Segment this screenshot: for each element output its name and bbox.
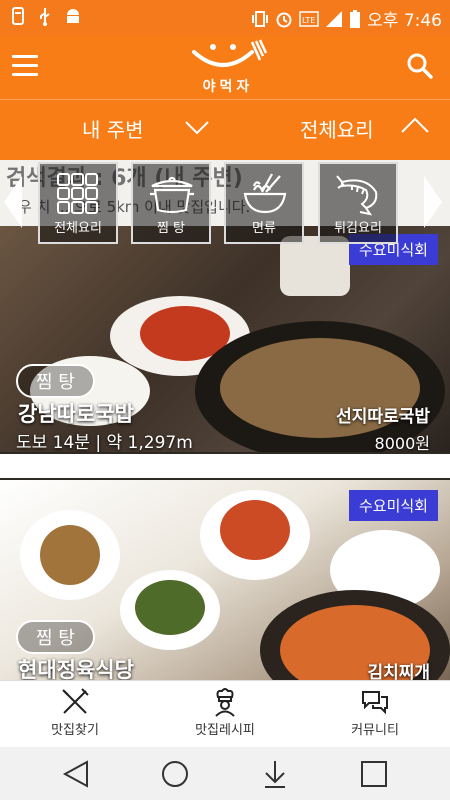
category-tag: 찜 탕 [16, 364, 95, 398]
battery-icon [350, 9, 361, 28]
tv-badge[interactable]: 수요미식회 [348, 490, 438, 521]
alarm-icon [276, 12, 292, 27]
chat-icon [362, 691, 388, 715]
fork-knife-icon [62, 688, 89, 714]
signature-dish: 선지따로국밥 [336, 407, 430, 427]
phone-icon [12, 7, 24, 25]
nav-label: 맛집레시피 [195, 723, 255, 738]
pot-icon [150, 176, 194, 214]
noodle-icon [243, 173, 287, 214]
arrow-right-icon[interactable] [422, 174, 444, 230]
category-label: 튀김요리 [334, 221, 382, 236]
svg-text:LTE: LTE [302, 16, 315, 25]
lte-icon: LTE [299, 10, 319, 27]
shrimp-icon [336, 175, 378, 216]
status-bar: LTE 오후 7:46 [0, 0, 450, 35]
category-label: 전체요리 [54, 221, 102, 236]
food-photo-kimchi [220, 500, 290, 560]
android-icon [67, 9, 79, 23]
home-icon[interactable] [160, 759, 190, 789]
food-photo-greens [135, 580, 205, 635]
category-strip: 전체요리 찜 탕 면류 튀김요리 [0, 160, 450, 244]
category-tag: 찜 탕 [16, 620, 95, 654]
category-filter[interactable]: 전체요리 [300, 114, 374, 143]
restaurant-distance: 도보 14분 | 약 1,297m [16, 433, 193, 452]
chef-icon [215, 688, 235, 717]
restaurant-name: 강남따로국밥 [18, 402, 134, 426]
vibrate-icon [252, 10, 269, 27]
restaurant-card[interactable]: 수요미식회 찜 탕 강남따로국밥 도보 14분 | 약 1,297m 선지따로국… [0, 226, 450, 452]
bottom-nav: 맛집찾기 맛집레시피 커뮤니티 [0, 680, 450, 748]
category-item-fried[interactable]: 튀김요리 [318, 162, 398, 244]
nav-recipes[interactable]: 맛집레시피 [150, 681, 300, 748]
food-photo-cup [280, 236, 350, 296]
status-right: LTE 오후 7:46 [251, 6, 442, 31]
status-left-icons [10, 7, 82, 27]
signature-dish: 김치찌개 [367, 663, 430, 680]
nav-label: 커뮤니티 [351, 723, 399, 738]
category-item-stew[interactable]: 찜 탕 [131, 162, 211, 244]
nav-label: 맛집찾기 [51, 723, 99, 738]
chevron-down-icon[interactable] [184, 120, 210, 136]
signal-icon [326, 10, 343, 27]
food-photo-eggs [40, 525, 100, 585]
recent-apps-icon[interactable] [360, 759, 388, 789]
restaurant-name: 현대정육식당 [18, 658, 134, 680]
menu-icon[interactable] [12, 55, 38, 77]
category-item-all[interactable]: 전체요리 [38, 162, 118, 244]
app-header: 야먹자 [0, 35, 450, 99]
nav-community[interactable]: 커뮤니티 [300, 681, 450, 748]
category-label: 찜 탕 [156, 221, 186, 236]
smile-logo-icon [192, 39, 268, 67]
usb-icon [40, 8, 50, 26]
content-area: 검색결과 : 6개 (내 주변) 우 치 ... 으로 5km 이내 맛집입니다… [0, 160, 450, 680]
filter-bar: 내 주변 전체요리 [0, 99, 450, 160]
back-icon[interactable] [62, 759, 90, 789]
restaurant-card[interactable]: 수요미식회 찜 탕 현대정육식당 김치찌개 [0, 480, 450, 680]
system-nav-bar [0, 747, 450, 800]
status-time: 오후 7:46 [367, 11, 442, 31]
grid-icon [57, 173, 98, 214]
chevron-up-icon[interactable] [400, 116, 430, 134]
nav-find-restaurants[interactable]: 맛집찾기 [0, 681, 150, 748]
category-label: 면류 [252, 221, 276, 236]
logo-text: 야먹자 [202, 79, 254, 95]
search-icon[interactable] [406, 52, 434, 80]
category-item-noodles[interactable]: 면류 [224, 162, 304, 244]
arrow-left-icon[interactable] [2, 174, 24, 230]
dish-price: 8000원 [374, 434, 430, 452]
notification-pull-icon[interactable] [262, 759, 288, 789]
location-filter[interactable]: 내 주변 [82, 114, 144, 143]
app-logo[interactable]: 야먹자 [178, 38, 278, 98]
card-divider [0, 454, 450, 478]
